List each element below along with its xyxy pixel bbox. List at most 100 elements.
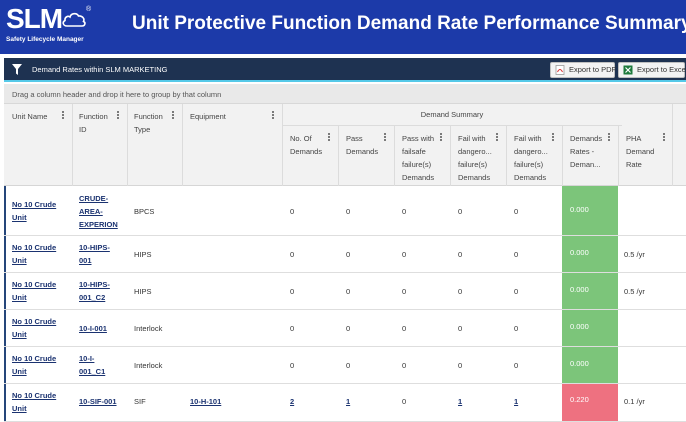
col-header-unit-name[interactable]: Unit Name <box>12 110 47 123</box>
demand-rate-cell: 0.220 <box>562 384 618 421</box>
pass-failsafe-demands: 0 <box>402 287 407 296</box>
demand-summary-group-header: Demand Summary <box>282 104 622 126</box>
column-menu-icon[interactable] <box>117 111 120 120</box>
column-menu-icon[interactable] <box>384 133 387 142</box>
column-menu-icon[interactable] <box>172 111 175 120</box>
pass-demands: 0 <box>346 207 351 216</box>
table-row[interactable]: No 10 Crude Unit 10-HIPS- 001_C2 HIPS 0 … <box>4 273 686 310</box>
cell-text: No 10 Crude <box>12 243 57 252</box>
cell-text: 10-HIPS- <box>79 280 110 289</box>
column-menu-icon[interactable] <box>552 133 555 142</box>
grid-toolbar: Demand Rates within SLM MARKETING Export… <box>4 58 686 82</box>
export-pdf-button[interactable]: Export to PDF <box>550 62 616 78</box>
pass-failsafe-demands: 0 <box>402 397 407 406</box>
column-divider <box>72 104 73 186</box>
column-menu-icon[interactable] <box>663 133 666 142</box>
column-menu-icon[interactable] <box>608 133 611 142</box>
table-row[interactable]: No 10 Crude Unit 10-I- 001_C1 Interlock … <box>4 347 686 384</box>
unit-name-link[interactable]: No 10 Crude Unit <box>12 389 56 415</box>
col-header-label: Demands <box>402 173 435 182</box>
pass-failsafe-demands: 0 <box>402 207 407 216</box>
table-row[interactable]: No 10 Crude Unit CRUDE- AREA- EXPERION B… <box>4 186 686 236</box>
column-divider <box>338 126 339 186</box>
column-divider <box>562 126 563 186</box>
equipment-link[interactable]: 10-H-101 <box>190 395 221 408</box>
column-menu-icon[interactable] <box>440 133 443 142</box>
function-id-link[interactable]: 10-SIF-001 <box>79 395 117 408</box>
col-header-demand-rates[interactable]: Demands Rates - Deman... <box>570 132 602 171</box>
unit-name-link[interactable]: No 10 Crude Unit <box>12 241 56 267</box>
cell-text: EXPERION <box>79 220 118 229</box>
function-id-link[interactable]: 10-HIPS- 001_C2 <box>79 278 110 304</box>
col-header-label: failure(s) <box>514 160 544 169</box>
fail-dangerous-demands: 0 <box>458 207 463 216</box>
col-header-label: ID <box>79 125 87 134</box>
col-header-label: Pass <box>346 134 363 143</box>
table-row[interactable]: No 10 Crude Unit 10-SIF-001 SIF 10-H-101… <box>4 384 686 422</box>
cell-text: 001_C2 <box>79 293 106 302</box>
table-row[interactable]: No 10 Crude Unit 10-HIPS- 001 HIPS 0 0 0… <box>4 236 686 273</box>
col-header-label: Demands <box>346 147 379 156</box>
cell-text: No 10 Crude <box>12 200 57 209</box>
group-by-panel[interactable]: Drag a column header and drop it here to… <box>4 84 686 104</box>
pdf-icon <box>555 65 565 75</box>
slm-logo[interactable]: SLM ® Safety Lifecycle Manager <box>6 4 91 48</box>
pass-demands: 0 <box>346 287 351 296</box>
col-header-equipment[interactable]: Equipment <box>190 110 226 123</box>
demand-rate-cell: 0.000 <box>562 347 618 383</box>
cell-text: 001 <box>79 256 92 265</box>
cell-text: Unit <box>12 404 27 413</box>
col-header-fail-dangerous-2[interactable]: Fail with dangero... failure(s) Demands <box>514 132 548 184</box>
function-id-link[interactable]: 10-HIPS- 001 <box>79 241 110 267</box>
col-header-label: dangero... <box>458 147 492 156</box>
no-of-demands: 0 <box>290 287 295 296</box>
demand-rate-value: 0.000 <box>570 285 589 294</box>
no-of-demands: 0 <box>290 250 295 259</box>
col-header-pass-failsafe[interactable]: Pass with failsafe failure(s) Demands <box>402 132 434 184</box>
column-menu-icon[interactable] <box>272 111 275 120</box>
column-menu-icon[interactable] <box>328 133 331 142</box>
function-type: HIPS <box>134 287 152 296</box>
unit-name-link[interactable]: No 10 Crude Unit <box>12 352 56 378</box>
unit-name-link[interactable]: No 10 Crude Unit <box>12 315 56 341</box>
col-header-function-type[interactable]: Function Type <box>134 110 163 136</box>
app-header: SLM ® Safety Lifecycle Manager Unit Prot… <box>0 0 686 54</box>
table-row[interactable]: No 10 Crude Unit 10-I-001 Interlock 0 0 … <box>4 310 686 347</box>
logo-subtitle: Safety Lifecycle Manager <box>6 36 84 43</box>
unit-name-link[interactable]: No 10 Crude Unit <box>12 278 56 304</box>
column-menu-icon[interactable] <box>496 133 499 142</box>
function-id-link[interactable]: 10-I- 001_C1 <box>79 352 105 378</box>
col-header-label: Function <box>79 112 108 121</box>
col-header-label: Function <box>134 112 163 121</box>
pass-failsafe-demands: 0 <box>402 324 407 333</box>
no-of-demands-link[interactable]: 2 <box>290 395 294 408</box>
function-id-link[interactable]: CRUDE- AREA- EXPERION <box>79 192 118 231</box>
cell-text: 10-I- <box>79 354 95 363</box>
col-header-function-id[interactable]: Function ID <box>79 110 108 136</box>
function-type: HIPS <box>134 250 152 259</box>
col-header-label: failsafe <box>402 147 426 156</box>
col-header-no-of-demands[interactable]: No. Of Demands <box>290 132 322 158</box>
fail-dangerous-demands: 0 <box>514 250 519 259</box>
col-header-label: Deman... <box>570 160 601 169</box>
pass-demands: 0 <box>346 361 351 370</box>
fail-dangerous-demands-link[interactable]: 1 <box>458 395 462 408</box>
filter-icon[interactable] <box>12 64 22 75</box>
function-id-link[interactable]: 10-I-001 <box>79 322 107 335</box>
fail-dangerous-demands: 0 <box>458 324 463 333</box>
fail-dangerous-demands: 0 <box>514 324 519 333</box>
cell-text: Unit <box>12 293 27 302</box>
column-menu-icon[interactable] <box>62 111 65 120</box>
unit-name-link[interactable]: No 10 Crude Unit <box>12 198 56 224</box>
col-header-pha-demand-rate[interactable]: PHA Demand Rate <box>626 132 654 171</box>
col-header-fail-dangerous-1[interactable]: Fail with dangero... failure(s) Demands <box>458 132 492 184</box>
fail-dangerous-demands: 0 <box>458 287 463 296</box>
col-header-label: Pass with <box>402 134 435 143</box>
pass-demands-link[interactable]: 1 <box>346 395 350 408</box>
pha-demand-rate: 0.1 /yr <box>624 397 645 406</box>
col-header-pass-demands[interactable]: Pass Demands <box>346 132 378 158</box>
export-excel-button[interactable]: Export to Excel <box>618 62 686 78</box>
fail-dangerous-demands-link[interactable]: 1 <box>514 395 518 408</box>
cell-text: Unit <box>12 367 27 376</box>
col-header-label: Demands <box>514 173 547 182</box>
